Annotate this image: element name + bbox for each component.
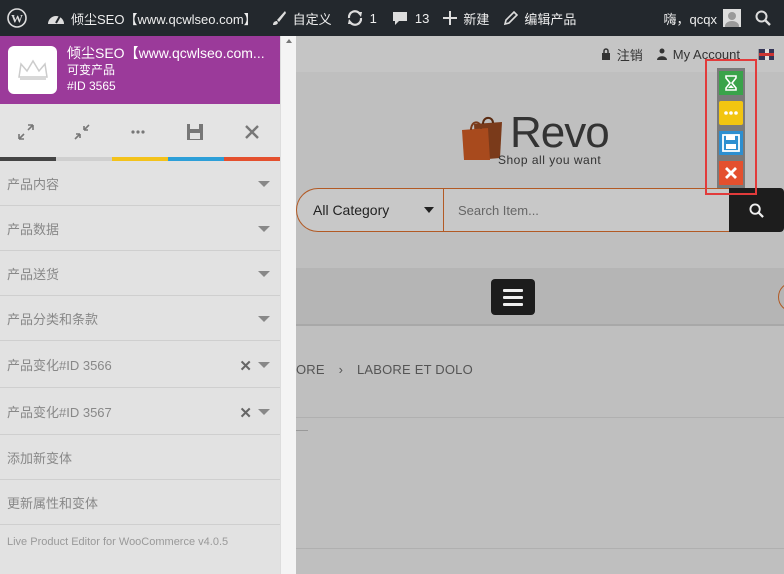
more-dots-icon <box>719 101 743 125</box>
update-attributes-button[interactable]: 更新属性和变体 <box>0 481 280 525</box>
panel-footer: Live Product Editor for WooCommerce v4.0… <box>7 536 229 548</box>
panel-toolbar <box>0 104 280 158</box>
section-variation-3567[interactable]: 产品变化#ID 3567 ✕ <box>0 389 280 435</box>
chevron-down-icon <box>258 361 270 368</box>
panel-header: 倾尘SEO【www.qcwlseo.com... 可变产品 #ID 3565 <box>0 36 280 104</box>
logo-brand: Revo <box>510 108 610 157</box>
save-icon <box>719 131 743 155</box>
expand-button[interactable] <box>16 122 36 142</box>
divider <box>296 548 784 549</box>
remove-variation-icon[interactable]: ✕ <box>239 357 252 375</box>
search-toggle[interactable] <box>748 0 784 36</box>
color-strip-segment <box>56 157 112 161</box>
updates-link[interactable]: 1 <box>339 0 384 36</box>
pencil-icon <box>504 10 519 25</box>
new-content-link[interactable]: 新建 <box>436 0 496 36</box>
chevron-down-icon <box>258 315 270 322</box>
save-icon <box>187 124 203 140</box>
chevron-down-icon <box>258 270 270 277</box>
more-options-button[interactable] <box>718 101 744 125</box>
color-strip-segment <box>0 157 56 161</box>
remove-variation-icon[interactable]: ✕ <box>239 404 252 422</box>
more-dots-icon <box>131 130 145 134</box>
collapse-button[interactable] <box>72 122 92 142</box>
close-icon <box>719 161 743 185</box>
breadcrumb-separator: › <box>338 362 344 377</box>
menu-toggle-button[interactable] <box>491 279 535 315</box>
comments-link[interactable]: 13 <box>384 0 436 36</box>
more-button[interactable] <box>128 122 148 142</box>
nav-circle-button[interactable] <box>778 282 784 312</box>
breadcrumb-item[interactable]: ORE <box>296 362 325 377</box>
product-editor-panel: 倾尘SEO【www.qcwlseo.com... 可变产品 #ID 3565 产… <box>0 36 296 574</box>
save-button[interactable] <box>718 131 744 155</box>
logout-link[interactable]: 注销 <box>601 45 643 64</box>
language-flag-icon[interactable] <box>758 48 774 60</box>
lock-icon <box>601 48 610 60</box>
chevron-down-icon <box>424 207 434 213</box>
user-icon <box>656 48 667 60</box>
color-strip <box>0 157 280 161</box>
product-id: #ID 3565 <box>67 79 116 93</box>
category-select[interactable]: All Category <box>296 188 444 232</box>
comment-icon <box>392 12 407 25</box>
close-button[interactable] <box>718 161 744 185</box>
section-variation-3566[interactable]: 产品变化#ID 3566 ✕ <box>0 342 280 388</box>
close-icon <box>245 125 259 139</box>
color-strip-segment <box>224 157 280 161</box>
admin-bar: W 倾尘SEO【www.qcwlseo.com】 自定义 1 13 新建 编辑产… <box>0 0 784 36</box>
section-product-content[interactable]: 产品内容 <box>0 162 280 206</box>
collapse-icon <box>74 124 90 140</box>
avatar <box>723 9 741 27</box>
logo-tagline: Shop all you want <box>498 153 602 167</box>
plus-icon <box>443 11 458 25</box>
search-icon <box>749 202 764 218</box>
search-icon <box>755 10 771 26</box>
breadcrumb: ORE › LABORE ET DOLO <box>296 362 483 377</box>
section-product-data[interactable]: 产品数据 <box>0 207 280 251</box>
account-menu[interactable]: 嗨，qcqx <box>657 0 748 36</box>
wordpress-logo-icon[interactable]: W <box>0 0 40 36</box>
product-thumbnail <box>8 46 57 94</box>
main-navbar <box>296 268 784 326</box>
add-new-variation-button[interactable]: 添加新变体 <box>0 436 280 480</box>
chevron-down-icon <box>258 180 270 187</box>
brush-icon <box>272 11 286 25</box>
color-strip-segment <box>168 157 224 161</box>
section-product-shipping[interactable]: 产品送货 <box>0 252 280 296</box>
product-title: 倾尘SEO【www.qcwlseo.com... <box>67 45 265 61</box>
divider <box>296 430 308 431</box>
divider <box>296 417 784 418</box>
expand-icon <box>18 124 34 140</box>
updates-icon <box>347 10 362 26</box>
panel-close-button[interactable] <box>242 122 262 142</box>
hourglass-icon <box>719 71 743 95</box>
search-input[interactable]: Search Item... <box>443 188 729 232</box>
crown-icon <box>17 59 48 80</box>
section-product-categories[interactable]: 产品分类和条款 <box>0 297 280 341</box>
breadcrumb-current: LABORE ET DOLO <box>356 362 473 377</box>
product-type: 可变产品 <box>67 63 116 77</box>
color-strip-segment <box>112 157 168 161</box>
chevron-down-icon <box>258 408 270 415</box>
site-name-link[interactable]: 倾尘SEO【www.qcwlseo.com】 <box>40 0 264 36</box>
dashboard-icon <box>48 15 64 24</box>
site-logo[interactable]: Revo Shop all you want <box>462 108 632 168</box>
edit-product-link[interactable]: 编辑产品 <box>496 0 583 36</box>
svg-text:W: W <box>11 12 23 26</box>
panel-save-button[interactable] <box>185 122 205 142</box>
customize-link[interactable]: 自定义 <box>264 0 339 36</box>
panel-scrollbar[interactable] <box>280 36 296 574</box>
hourglass-button[interactable] <box>718 71 744 95</box>
chevron-down-icon <box>258 225 270 232</box>
